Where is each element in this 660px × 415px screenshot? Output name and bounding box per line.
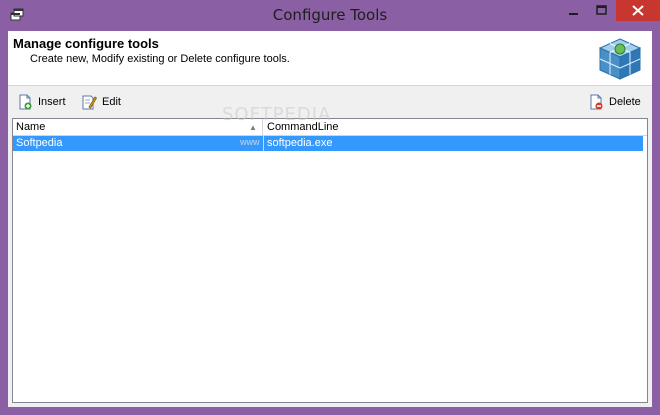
dialog-header: Manage configure tools Create new, Modif… [8,31,652,86]
dialog-client-area: Manage configure tools Create new, Modif… [8,31,652,407]
delete-document-icon [590,94,603,110]
insert-label: Insert [38,96,66,108]
header-title: Manage configure tools [13,36,159,51]
minimize-icon [569,13,578,15]
insert-document-icon [19,94,32,110]
edit-label: Edit [102,96,121,108]
tools-cube-icon [598,38,642,80]
softpedia-watermark: SOFTPEDIA [222,104,332,125]
title-bar[interactable]: Configure Tools [0,0,660,31]
close-icon [632,5,644,16]
delete-button[interactable]: Delete [588,91,641,113]
minimize-button[interactable] [560,0,588,21]
tools-list[interactable]: Name ▲ CommandLine Softpedia softpedia.e… [12,118,648,403]
header-subtitle: Create new, Modify existing or Delete co… [30,53,290,65]
edit-button[interactable]: Edit [81,91,121,113]
watermark-www: www [240,137,260,147]
cell-name: Softpedia [16,137,63,149]
cell-commandline: softpedia.exe [267,137,333,149]
close-button[interactable] [616,0,660,21]
table-row[interactable]: Softpedia softpedia.exe [13,136,643,151]
maximize-button[interactable] [588,0,616,21]
configure-tools-window: Configure Tools Manage configure tools C… [0,0,660,415]
edit-document-icon [82,95,97,110]
insert-button[interactable]: Insert [17,91,66,113]
maximize-icon [596,5,607,15]
delete-label: Delete [609,96,641,108]
